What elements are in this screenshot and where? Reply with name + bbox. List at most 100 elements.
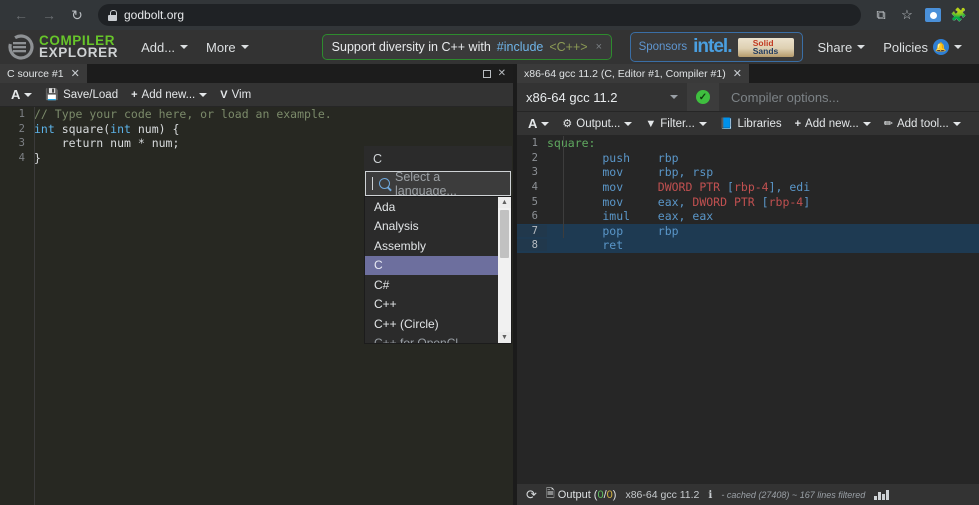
font-size-button[interactable]: A [6,85,37,104]
line-number: 6 [517,210,547,222]
editor-add-new-label: Add new... [142,89,196,101]
output-status[interactable]: 🗎 Output (0/0) [546,485,617,504]
language-option[interactable]: C++ for OpenCl [365,334,511,345]
plus-icon: + [795,118,801,130]
save-load-button[interactable]: 💾 Save/Load [40,86,123,103]
language-list[interactable]: AdaAnalysisAssemblyCC#C++C++ (Circle)C++… [364,196,512,344]
back-arrow-icon[interactable]: ← [8,3,34,27]
line-number: 7 [517,225,547,237]
language-option[interactable]: C# [365,275,511,295]
line-number: 2 [517,152,547,164]
language-option[interactable]: Assembly [365,236,511,256]
sponsors-label: Sponsors [639,41,688,53]
diversity-banner[interactable]: Support diversity in C++ with #include <… [322,34,612,60]
compiler-options-placeholder: Compiler options... [731,90,839,105]
chevron-down-icon [541,122,549,126]
code-line: 1square: [517,136,979,151]
browser-toolbar: ← → ↻ godbolt.org ⧉ ☆ 🧩 [0,0,979,30]
libraries-button[interactable]: 📘 Libraries [715,115,787,132]
screenshot-extension-icon[interactable] [921,3,945,27]
close-icon[interactable]: × [596,41,602,53]
refresh-icon[interactable]: ⟳ [526,487,537,503]
compiler-add-new-button[interactable]: + Add new... [790,116,876,132]
editor-toolbar: A 💾 Save/Load + Add new... V Vim [0,83,513,107]
nav-more-menu[interactable]: More [197,34,258,61]
reload-icon[interactable]: ↻ [64,3,90,27]
language-option[interactable]: Ada [365,197,511,217]
compiler-tab[interactable]: x86-64 gcc 11.2 (C, Editor #1, Compiler … [517,64,750,83]
nav-add-menu[interactable]: Add... [132,34,197,61]
line-number: 1 [517,137,547,149]
language-option[interactable]: C++ [365,295,511,315]
ce-navbar: COMPILER EXPLORER Add... More Support di… [0,30,979,64]
chevron-down-icon [953,122,961,126]
text-cursor [372,177,373,190]
chevron-down-icon [670,95,678,99]
plus-icon: + [131,89,137,101]
font-label: A [11,87,20,102]
diversity-text3: <C++> [549,40,587,54]
bar-chart-icon[interactable] [874,490,889,500]
save-load-label: Save/Load [63,89,118,101]
close-icon[interactable]: ✕ [498,68,506,79]
language-dropdown[interactable]: C Select a language... AdaAnalysisAssemb… [364,146,512,344]
filter-button[interactable]: ▼ Filter... [640,116,711,132]
line-number: 3 [517,166,547,178]
chevron-down-icon [863,122,871,126]
status-compiler-name: x86-64 gcc 11.2 [625,489,699,501]
bell-icon: 🔔 [933,39,949,55]
logo-line2: EXPLORER [39,47,118,59]
line-number: 1 [0,108,34,120]
editor-add-new-button[interactable]: + Add new... [126,87,212,103]
close-icon[interactable]: ✕ [71,67,80,80]
wrench-icon: ✏ [884,117,893,130]
code-text: int square(int num) { [34,122,179,136]
code-line: 3 mov rbp, rsp [517,165,979,180]
sponsors-banner[interactable]: Sponsors intel. SolidSands [630,32,803,62]
add-tool-button[interactable]: ✏ Add tool... [879,115,966,132]
language-list-scrollbar[interactable]: ▲ ▼ [498,197,511,343]
output-button[interactable]: ⚙ Output... [557,115,637,132]
code-text: pop rbp [547,224,679,238]
language-option[interactable]: C++ (Circle) [365,314,511,334]
book-icon: 📘 [720,117,734,130]
puzzle-extension-icon[interactable]: 🧩 [947,3,971,27]
scroll-down-icon[interactable]: ▼ [498,332,511,343]
app-root: ← → ↻ godbolt.org ⧉ ☆ 🧩 COMPILER EXPL [0,0,979,505]
compiler-add-new-label: Add new... [805,118,859,130]
star-icon[interactable]: ☆ [895,3,919,27]
forward-arrow-icon[interactable]: → [36,3,62,27]
asm-indent-guide [563,136,564,238]
maximize-icon[interactable] [483,70,491,78]
scroll-up-icon[interactable]: ▲ [498,197,511,208]
info-icon[interactable]: ℹ [708,489,712,501]
output-label: Output... [576,118,620,130]
code-text: return num * num; [34,136,179,150]
font-label: A [528,116,537,131]
assembly-output[interactable]: 1square:2 push rbp3 mov rbp, rsp4 mov DW… [517,136,979,483]
chevron-down-icon [699,122,707,126]
compiler-toolbar: A ⚙ Output... ▼ Filter... 📘 Libraries [517,112,979,136]
language-option[interactable]: C [365,256,511,276]
language-option[interactable]: Analysis [365,217,511,237]
code-text: square: [547,136,595,150]
scrollbar-thumb[interactable] [500,210,509,258]
intel-logo: intel. [693,36,731,58]
share-icon[interactable]: ⧉ [869,3,893,27]
vim-icon: V [220,89,227,101]
diversity-text1: Support diversity in C++ with [332,40,491,54]
language-search-input[interactable]: Select a language... [365,171,511,196]
close-icon[interactable]: ✕ [733,67,742,80]
vim-button[interactable]: V Vim [215,87,256,103]
editor-tab[interactable]: C source #1 ✕ [0,64,88,83]
output-errors: 0 [597,489,603,501]
address-bar[interactable]: godbolt.org [98,4,861,26]
ce-logo[interactable]: COMPILER EXPLORER [8,34,118,60]
asm-font-size-button[interactable]: A [523,114,554,133]
compiler-options-input[interactable]: Compiler options... [719,83,979,111]
nav-policies-menu[interactable]: Policies 🔔 [874,33,971,61]
line-number: 3 [0,137,34,149]
compiler-select[interactable]: x86-64 gcc 11.2 [517,83,687,111]
libraries-label: Libraries [737,118,781,130]
nav-share-menu[interactable]: Share [809,34,875,61]
